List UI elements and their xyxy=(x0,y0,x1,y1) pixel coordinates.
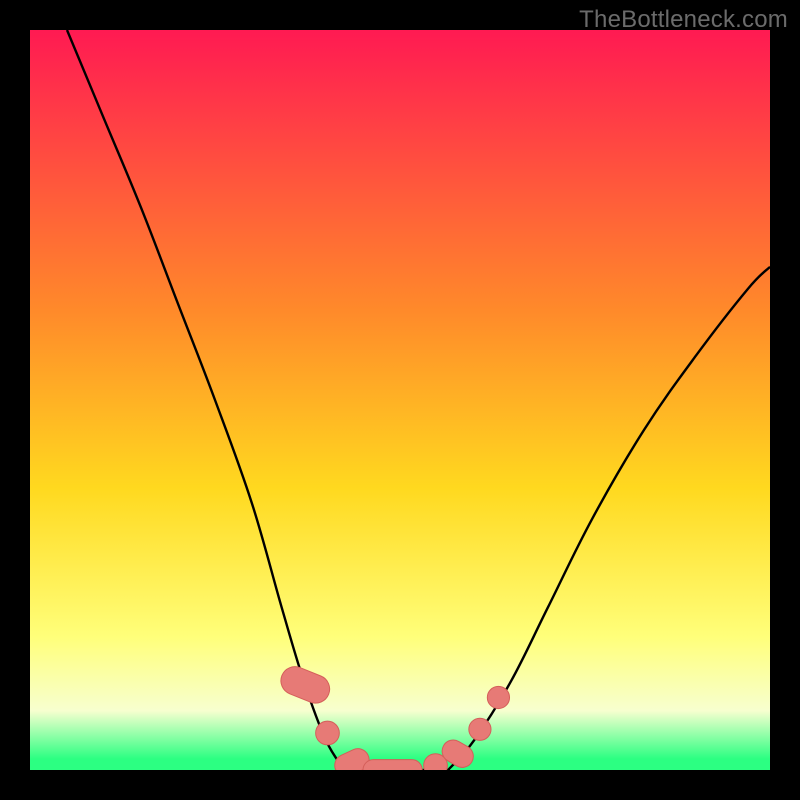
curve-marker xyxy=(316,721,340,745)
outer-frame: TheBottleneck.com xyxy=(0,0,800,800)
bottleneck-chart xyxy=(30,30,770,770)
curve-marker xyxy=(469,718,491,740)
curve-marker xyxy=(363,760,422,770)
curve-marker xyxy=(487,686,509,708)
gradient-background xyxy=(30,30,770,770)
plot-area xyxy=(30,30,770,770)
